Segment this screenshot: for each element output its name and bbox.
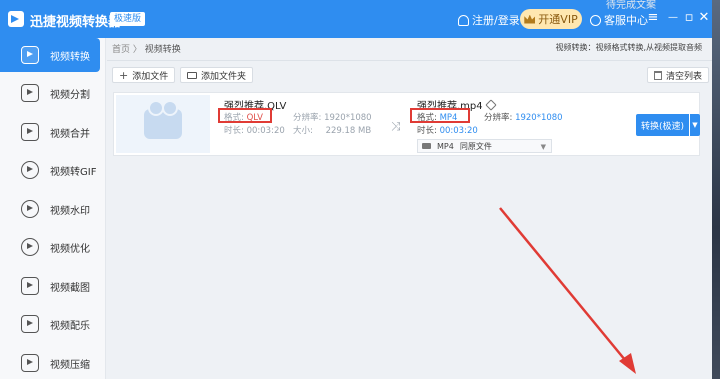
compress-icon — [21, 354, 39, 372]
highlight-box — [218, 108, 272, 123]
vip-label: 开通VIP — [538, 13, 578, 26]
format-select-value: MP4 — [437, 141, 454, 151]
source-size: 大小: 229.18 MB — [293, 124, 371, 136]
app-title: 迅捷视频转换器 — [30, 15, 122, 30]
desktop-text: 待完成文案 — [606, 0, 656, 11]
breadcrumb-current: 视频转换 — [144, 45, 181, 55]
sidebar-item-video-optimize[interactable]: 视频优化 — [0, 230, 106, 264]
breadcrumb-home[interactable]: 首页 — [112, 45, 130, 55]
menu-icon[interactable]: ≡ — [646, 10, 660, 26]
feature-hint: 视频转换：视频格式转换,从视频提取音频 — [555, 43, 702, 52]
source-duration: 时长: 00:03:20 — [224, 124, 285, 136]
output-duration-value: 00:03:20 — [439, 126, 478, 136]
highlight-box — [410, 108, 470, 123]
divider — [107, 60, 712, 61]
sidebar-item-label: 视频转GIF — [50, 166, 97, 178]
breadcrumb: 首页 〉 视频转换 — [112, 42, 181, 55]
service-center-link[interactable]: 客服中心 — [590, 12, 648, 28]
sidebar-item-video-gif[interactable]: 视频转GIF — [0, 153, 106, 187]
sidebar-item-video-merge[interactable]: 视频合并 — [0, 115, 106, 149]
service-label: 客服中心 — [604, 14, 648, 27]
sidebar-item-label: 视频转换 — [50, 51, 90, 63]
convert-arrow-icon: ⤨ — [391, 119, 401, 133]
pencil-icon[interactable] — [484, 98, 497, 111]
file-row[interactable]: 强烈推荐.QLV 格式: QLV 分辨率: 1920*1080 时长: 00:0… — [113, 92, 700, 156]
size-value: 229.18 MB — [325, 126, 372, 136]
sidebar-item-label: 视频水印 — [50, 205, 90, 217]
sidebar: 视频转换 视频分割 视频合并 视频转GIF 视频水印 视频优化 视频截图 视频配… — [0, 38, 106, 379]
sidebar-item-label: 视频配乐 — [50, 320, 90, 332]
split-icon — [21, 84, 39, 102]
duration-value: 00:03:20 — [246, 126, 285, 136]
video-camera-icon — [144, 100, 182, 139]
convert-button[interactable]: 转换(极速) — [636, 114, 689, 136]
minimize-button[interactable]: — — [666, 10, 680, 26]
login-label: 注册/登录 — [472, 14, 520, 27]
crown-icon — [524, 14, 536, 24]
clear-list-label: 清空列表 — [666, 71, 703, 82]
folder-icon — [187, 71, 197, 79]
add-folder-label: 添加文件夹 — [201, 71, 247, 82]
output-resolution-value: 1920*1080 — [515, 113, 563, 123]
duration-label: 时长: — [224, 126, 244, 136]
convert-dropdown-button[interactable]: ▼ — [690, 114, 700, 136]
output-duration: 时长: 00:03:20 — [417, 124, 478, 136]
source-resolution: 分辨率: 1920*1080 — [293, 111, 372, 123]
screenshot-icon — [21, 277, 39, 295]
sidebar-item-label: 视频优化 — [50, 243, 90, 255]
sidebar-item-video-music[interactable]: 视频配乐 — [0, 307, 106, 341]
output-duration-label: 时长: — [417, 126, 437, 136]
sidebar-item-label: 视频合并 — [50, 128, 90, 140]
sidebar-item-label: 视频截图 — [50, 282, 90, 294]
add-file-label: 添加文件 — [132, 71, 169, 82]
sidebar-item-video-watermark[interactable]: 视频水印 — [0, 192, 106, 226]
app-window: 迅捷视频转换器 极速版 注册/登录 开通VIP 客服中心 ≡ — ▫ ✕ 视频转… — [0, 0, 712, 379]
gif-icon — [21, 161, 39, 179]
add-file-button[interactable]: + 添加文件 — [112, 67, 176, 83]
sidebar-item-video-compress[interactable]: 视频压缩 — [0, 346, 106, 379]
sidebar-item-label: 视频压缩 — [50, 359, 90, 371]
desktop-background — [712, 0, 720, 379]
chevron-down-icon: ▼ — [540, 143, 546, 151]
login-link[interactable]: 注册/登录 — [458, 12, 520, 28]
maximize-button[interactable]: ▫ — [682, 10, 696, 26]
user-icon — [458, 14, 469, 26]
app-logo-icon — [8, 11, 24, 27]
video-icon — [422, 143, 431, 149]
plus-icon: + — [119, 68, 129, 82]
vip-button[interactable]: 开通VIP — [520, 9, 582, 29]
headset-icon — [590, 14, 601, 26]
merge-icon — [21, 123, 39, 141]
resolution-label: 分辨率: — [293, 113, 322, 123]
output-resolution-label: 分辨率: — [484, 113, 513, 123]
quality-select-value: 同原文件 — [459, 141, 492, 151]
sidebar-item-label: 视频分割 — [50, 89, 90, 101]
music-icon — [21, 315, 39, 333]
breadcrumb-separator: 〉 — [132, 45, 142, 55]
video-thumbnail — [116, 95, 210, 153]
close-button[interactable]: ✕ — [697, 10, 711, 26]
main-panel: 首页 〉 视频转换 视频转换：视频格式转换,从视频提取音频 + 添加文件 添加文… — [107, 38, 712, 379]
format-select[interactable]: MP4 同原文件 ▼ — [417, 139, 552, 153]
output-resolution: 分辨率: 1920*1080 — [484, 111, 563, 123]
edition-badge: 极速版 — [110, 12, 146, 26]
sidebar-item-video-split[interactable]: 视频分割 — [0, 76, 106, 110]
watermark-icon — [21, 200, 39, 218]
sidebar-item-video-screenshot[interactable]: 视频截图 — [0, 269, 106, 303]
size-label: 大小: — [293, 126, 313, 136]
optimize-icon — [21, 238, 39, 256]
sidebar-item-video-convert[interactable]: 视频转换 — [0, 38, 100, 72]
trash-icon — [654, 70, 662, 80]
convert-icon — [21, 46, 39, 64]
clear-list-button[interactable]: 清空列表 — [647, 67, 710, 83]
add-folder-button[interactable]: 添加文件夹 — [180, 67, 254, 83]
resolution-value: 1920*1080 — [324, 113, 372, 123]
